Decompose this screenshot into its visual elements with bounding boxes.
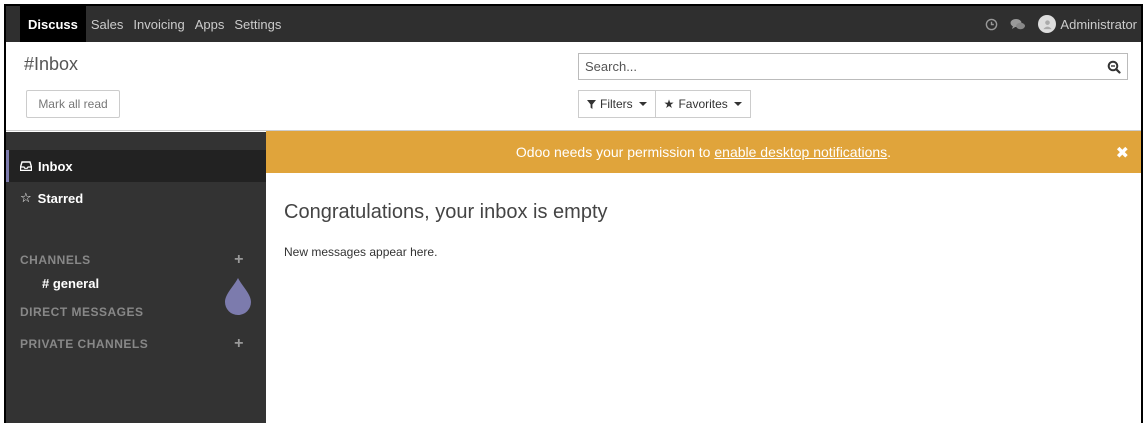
notification-text: Odoo needs your permission to enable des…: [515, 144, 892, 160]
sidebar-item-starred[interactable]: ☆ Starred: [6, 182, 266, 214]
sidebar-item-label: Starred: [37, 190, 84, 206]
chat-bubbles-icon[interactable]: [1010, 18, 1026, 31]
caret-down-icon: [638, 102, 647, 106]
systray: Administrator: [985, 15, 1141, 33]
page-title: #Inbox: [24, 54, 79, 74]
channels-header: CHANNELS +: [6, 244, 266, 276]
favorites-button[interactable]: ★ Favorites: [655, 90, 751, 118]
control-panel: #Inbox Mark all read Filters ★ Favorites: [6, 42, 1141, 131]
avatar: [1038, 15, 1057, 33]
add-private-channel-icon[interactable]: +: [234, 335, 244, 353]
direct-messages-header-label: DIRECT MESSAGES: [20, 305, 144, 319]
clock-icon[interactable]: [985, 18, 998, 31]
sidebar-item-label: Inbox: [38, 158, 73, 174]
caret-down-icon: [733, 102, 742, 106]
app-window: Discuss Sales Invoicing Apps Settings Ad…: [4, 4, 1143, 423]
inbox-icon: [20, 161, 32, 171]
enable-notifications-link[interactable]: enable desktop notifications: [714, 144, 887, 160]
private-channels-header: PRIVATE CHANNELS +: [6, 328, 266, 360]
filter-icon: [587, 99, 596, 109]
search-input[interactable]: [585, 59, 1107, 74]
main-menu: Discuss Sales Invoicing Apps Settings: [6, 6, 286, 42]
private-channels-header-label: PRIVATE CHANNELS: [20, 337, 149, 351]
main-content: Odoo needs your permission to enable des…: [266, 131, 1141, 423]
user-name: Administrator: [1060, 16, 1137, 32]
menu-item-apps[interactable]: Apps: [190, 17, 230, 32]
search-options: Filters ★ Favorites: [578, 90, 751, 118]
menu-item-invoicing[interactable]: Invoicing: [128, 17, 189, 32]
menu-item-discuss[interactable]: Discuss: [20, 6, 86, 42]
star-outline-icon: ☆: [20, 190, 32, 205]
menu-item-sales[interactable]: Sales: [86, 17, 129, 32]
sidebar-item-inbox[interactable]: Inbox: [6, 150, 266, 182]
close-icon[interactable]: ✖: [1116, 143, 1129, 163]
empty-inbox-title: Congratulations, your inbox is empty: [284, 201, 608, 223]
search-icon[interactable]: [1107, 60, 1121, 74]
favorites-label: Favorites: [678, 97, 728, 111]
notification-banner: Odoo needs your permission to enable des…: [266, 131, 1141, 173]
channels-header-label: CHANNELS: [20, 253, 91, 267]
user-menu[interactable]: Administrator: [1038, 15, 1137, 33]
empty-inbox-subtitle: New messages appear here.: [284, 245, 438, 259]
menu-item-settings[interactable]: Settings: [229, 17, 286, 32]
discuss-sidebar: Inbox ☆ Starred CHANNELS + # general DIR…: [6, 132, 266, 423]
search-bar: [578, 53, 1128, 80]
filters-label: Filters: [600, 97, 633, 111]
top-navbar: Discuss Sales Invoicing Apps Settings Ad…: [6, 6, 1141, 42]
star-icon: ★: [663, 97, 675, 111]
droplet-icon: [225, 278, 251, 315]
filters-button[interactable]: Filters: [578, 90, 656, 118]
add-channel-icon[interactable]: +: [234, 251, 244, 269]
mark-all-read-button[interactable]: Mark all read: [26, 90, 120, 118]
